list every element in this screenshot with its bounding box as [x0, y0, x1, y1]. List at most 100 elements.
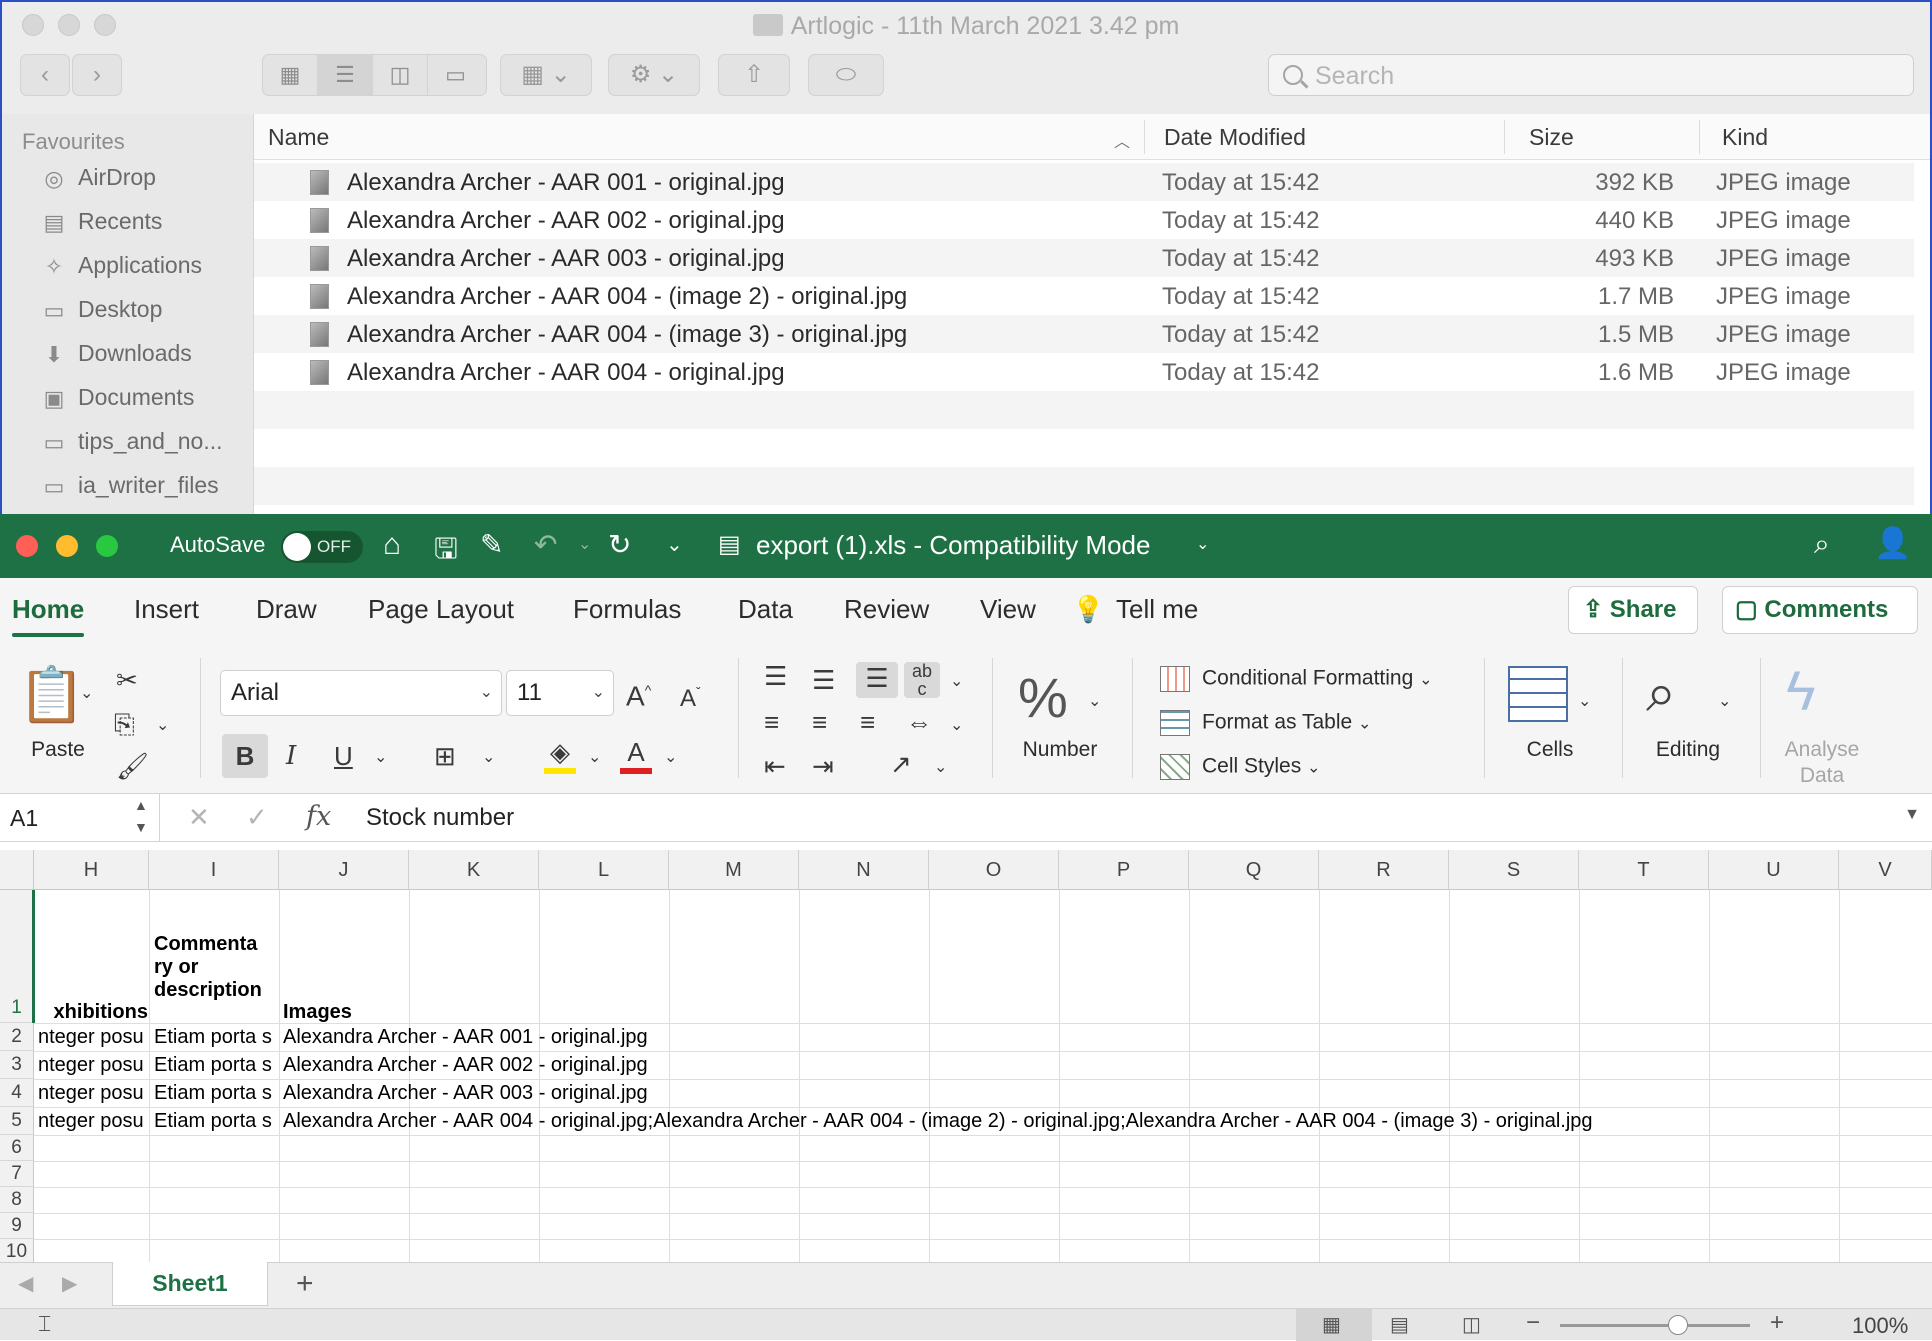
bold-button[interactable]: B — [222, 734, 268, 778]
normal-view-button[interactable]: ▦ — [1296, 1309, 1372, 1341]
formula-content[interactable]: Stock number — [366, 804, 514, 832]
tab-view[interactable]: View — [980, 594, 1036, 625]
account-icon[interactable]: 👤 — [1874, 526, 1911, 561]
tag-icon[interactable]: ⬭ — [808, 54, 884, 96]
align-bottom-icon[interactable]: ☰ — [856, 662, 898, 698]
column-header-o[interactable]: O — [929, 850, 1059, 890]
cell-j3[interactable]: Alexandra Archer - AAR 002 - original.jp… — [283, 1055, 648, 1075]
autosave-toggle[interactable]: OFF — [281, 531, 363, 563]
undo-dropdown-icon[interactable]: ⌄ — [578, 534, 591, 554]
font-name-select[interactable]: Arial ⌄ — [220, 670, 502, 716]
title-dropdown-icon[interactable]: ⌄ — [1196, 534, 1209, 554]
analyse-label[interactable]: Analyse — [1766, 738, 1878, 762]
column-header-size[interactable]: Size — [1529, 124, 1574, 151]
align-middle-icon[interactable]: ☰ — [812, 664, 835, 696]
previous-sheet-icon[interactable]: ◀ — [18, 1271, 33, 1296]
cell-i3[interactable]: Etiam porta s — [154, 1055, 278, 1075]
format-painter-icon[interactable]: 🖌 — [116, 750, 149, 782]
cell-h5[interactable]: nteger posu — [38, 1111, 148, 1131]
sidebar-item-desktop[interactable]: ▭ Desktop — [40, 296, 163, 330]
accessibility-icon[interactable]: ⌶ — [38, 1311, 51, 1337]
italic-button[interactable]: I — [286, 740, 296, 772]
decrease-font-size-icon[interactable]: Aˇ — [680, 676, 701, 715]
sidebar-item-applications[interactable]: ✧ Applications — [40, 252, 202, 286]
minimize-window-button[interactable] — [56, 535, 78, 557]
cell-i2[interactable]: Etiam porta s — [154, 1027, 278, 1047]
name-box[interactable]: A1 ▲ ▼ — [0, 794, 160, 842]
row-header-3[interactable]: 3 — [0, 1051, 34, 1079]
fill-color-dropdown-icon[interactable]: ⌄ — [588, 742, 601, 774]
fill-color-icon[interactable]: ◈ — [544, 736, 576, 774]
cell-j2[interactable]: Alexandra Archer - AAR 001 - original.jp… — [283, 1027, 648, 1047]
zoom-level[interactable]: 100% — [1852, 1313, 1908, 1339]
name-box-stepper-icon[interactable]: ▲ ▼ — [134, 794, 148, 838]
next-sheet-icon[interactable]: ▶ — [62, 1271, 77, 1296]
font-size-select[interactable]: 11 ⌄ — [506, 670, 614, 716]
underline-dropdown-icon[interactable]: ⌄ — [374, 742, 387, 774]
cell-j1[interactable]: Images — [283, 1002, 352, 1022]
column-header-date[interactable]: Date Modified — [1164, 124, 1306, 151]
tab-review[interactable]: Review — [844, 594, 929, 625]
editing-dropdown-icon[interactable]: ⌄ — [1718, 686, 1731, 718]
tab-draw[interactable]: Draw — [256, 594, 317, 625]
add-sheet-icon[interactable]: + — [296, 1267, 314, 1301]
expand-formula-bar-icon[interactable]: ▼ — [1904, 806, 1920, 824]
sidebar-item-airdrop[interactable]: ◎ AirDrop — [40, 164, 156, 198]
icon-view-icon[interactable]: ▦ — [263, 55, 318, 95]
column-header-j[interactable]: J — [279, 850, 409, 890]
column-header-name[interactable]: Name — [268, 124, 329, 151]
cell-h3[interactable]: nteger posu — [38, 1055, 148, 1075]
cell-j5[interactable]: Alexandra Archer - AAR 004 - original.jp… — [283, 1111, 1923, 1131]
wrap-text-dropdown-icon[interactable]: ⌄ — [950, 666, 963, 698]
column-header-u[interactable]: U — [1709, 850, 1839, 890]
select-all-corner[interactable] — [0, 850, 34, 890]
wrap-text-icon[interactable]: ab c — [904, 662, 940, 698]
tab-insert[interactable]: Insert — [134, 594, 199, 625]
forward-button[interactable]: › — [72, 54, 122, 96]
copy-icon[interactable]: ⎘ — [114, 708, 135, 740]
font-color-dropdown-icon[interactable]: ⌄ — [664, 742, 677, 774]
page-break-view-icon[interactable]: ◫ — [1462, 1312, 1481, 1337]
file-row[interactable]: Alexandra Archer - AAR 002 - original.jp… — [254, 201, 1914, 239]
search-icon[interactable]: ⌕ — [1814, 528, 1830, 561]
cells-icon[interactable] — [1508, 666, 1568, 722]
analyse-data-icon[interactable]: ϟ — [1786, 658, 1816, 724]
back-button[interactable]: ‹ — [20, 54, 70, 96]
cell-i5[interactable]: Etiam porta s — [154, 1111, 278, 1131]
zoom-in-icon[interactable]: + — [1770, 1309, 1784, 1337]
paste-dropdown-icon[interactable]: ⌄ — [80, 678, 93, 710]
enter-icon[interactable]: ✓ — [246, 802, 268, 833]
share-button[interactable]: ⇪ Share — [1568, 586, 1698, 634]
cell-styles-button[interactable]: Cell Styles ⌄ — [1160, 754, 1320, 780]
row-header-10[interactable]: 10 — [0, 1239, 34, 1262]
column-header-l[interactable]: L — [539, 850, 669, 890]
column-header-n[interactable]: N — [799, 850, 929, 890]
list-view-icon[interactable]: ☰ — [318, 55, 373, 95]
cut-icon[interactable]: ✂ — [116, 664, 138, 696]
increase-font-size-icon[interactable]: A^ — [626, 674, 651, 712]
file-row[interactable]: Alexandra Archer - AAR 003 - original.jp… — [254, 239, 1914, 277]
tab-data[interactable]: Data — [738, 594, 793, 625]
sheet-tab-sheet1[interactable]: Sheet1 — [112, 1262, 268, 1306]
merge-dropdown-icon[interactable]: ⌄ — [950, 710, 963, 742]
action-gear-icon[interactable]: ⚙ ⌄ — [608, 54, 700, 96]
file-row[interactable]: Alexandra Archer - AAR 001 - original.jp… — [254, 163, 1914, 201]
spreadsheet-grid[interactable]: HIJKLMNOPQRSTUV 1 2 3 4 5 6 7 8 9 10 xhibitions C… — [0, 850, 1932, 1262]
column-header-v[interactable]: V — [1839, 850, 1932, 890]
row-header-8[interactable]: 8 — [0, 1187, 34, 1213]
cell-h1[interactable]: xhibitions — [34, 1002, 148, 1022]
tab-page-layout[interactable]: Page Layout — [368, 594, 514, 625]
row-header-6[interactable]: 6 — [0, 1135, 34, 1161]
cell-h4[interactable]: nteger posu — [38, 1083, 148, 1103]
paste-icon[interactable]: 📋 — [18, 660, 85, 730]
cells-label[interactable]: Cells — [1500, 738, 1600, 762]
column-header-r[interactable]: R — [1319, 850, 1449, 890]
font-color-icon[interactable]: A — [620, 736, 652, 774]
undo-icon[interactable]: ↶ — [534, 528, 557, 561]
search-input[interactable]: Search — [1268, 54, 1914, 96]
row-header-4[interactable]: 4 — [0, 1079, 34, 1107]
column-header-q[interactable]: Q — [1189, 850, 1319, 890]
number-format-icon[interactable]: % — [1018, 668, 1068, 728]
increase-indent-icon[interactable]: ⇥ — [812, 750, 834, 782]
tab-formulas[interactable]: Formulas — [573, 594, 681, 625]
